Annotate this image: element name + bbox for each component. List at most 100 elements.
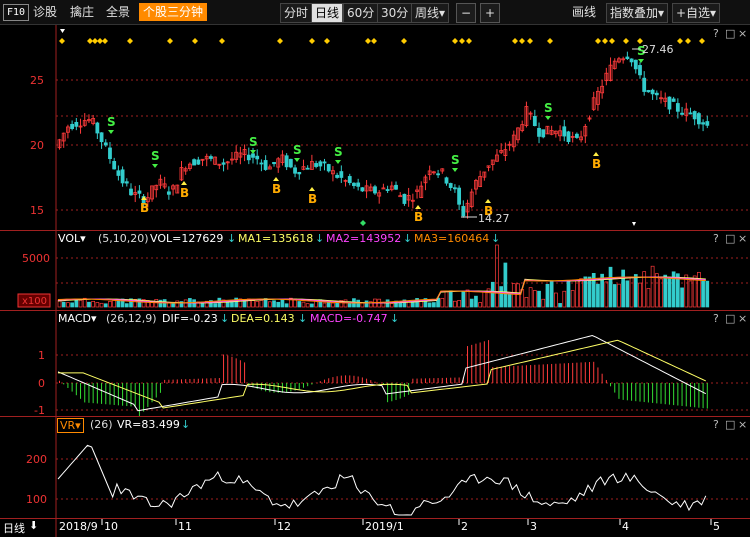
vr-panel: VR▾ (26) VR=83.499 ↓ ? □ × 200 100 (0, 416, 750, 519)
time-axis: 日线 ⬇ 2018/9 10 11 12 2019/1 2 3 4 5 (0, 518, 750, 537)
volume-bar (95, 302, 100, 308)
diamond-icon (219, 38, 225, 44)
buy-arrow-icon (309, 187, 315, 191)
candle-body (625, 56, 630, 60)
kline-maximize-icon[interactable]: □ (725, 27, 735, 40)
candle-body (272, 162, 276, 165)
sell-arrow-icon (452, 168, 458, 172)
diagnose-button[interactable]: 诊股 (33, 3, 57, 21)
candle-body (457, 187, 462, 205)
volume-bar (621, 269, 626, 308)
candle-body (314, 163, 318, 167)
candle-body (347, 176, 352, 184)
candle-body (675, 103, 680, 112)
volume-bar (99, 302, 104, 308)
volume-bar (596, 283, 600, 308)
zoom-out-button[interactable]: − (456, 3, 476, 23)
kline-close-icon[interactable]: × (738, 27, 747, 40)
period-60min-button[interactable]: 60分 (343, 3, 379, 23)
candle-body (566, 131, 571, 142)
volume-label-5000: 5000 (22, 252, 50, 265)
period-30min-button[interactable]: 30分 (377, 3, 413, 23)
volume-bar (537, 290, 541, 308)
volume-bar (570, 290, 575, 308)
volume-bar (646, 288, 651, 308)
diamond-icon (459, 38, 465, 44)
volume-bar (650, 265, 655, 308)
candle-body (129, 188, 133, 196)
volume-bar (335, 302, 339, 308)
volume-bar (692, 275, 697, 308)
candle-body (284, 155, 289, 168)
candle-body (124, 181, 129, 184)
volume-bar (524, 297, 529, 308)
diamond-icon (102, 38, 108, 44)
volume-bar (112, 300, 117, 308)
dif-line (57, 334, 707, 412)
period-weekly-dropdown[interactable]: 周线▾ (411, 3, 450, 23)
kline-help-icon[interactable]: ? (713, 27, 719, 40)
volume-bar (322, 302, 327, 308)
volume-bar (541, 298, 546, 308)
volume-bar (91, 300, 96, 308)
volume-bar (688, 280, 693, 308)
volume-bar (490, 281, 495, 308)
volume-bar (587, 276, 592, 308)
period-daily-button[interactable]: 日线 (311, 3, 344, 23)
candle-body (633, 59, 638, 70)
candle-body (297, 171, 302, 175)
index-overlay-dropdown[interactable]: 指数叠加▾ (606, 3, 669, 23)
diamond-icon (685, 38, 691, 44)
candle-body (667, 96, 672, 110)
period-intraday-button[interactable]: 分时 (280, 3, 313, 23)
swing-button[interactable]: 擒庄 (70, 3, 94, 21)
volume-bar (465, 289, 470, 308)
candle-body (251, 153, 255, 158)
vr-label-200: 200 (26, 453, 47, 466)
sell-signal-label: S (107, 115, 116, 129)
candle-body (293, 167, 297, 174)
candle-body (116, 170, 121, 176)
buy-signal-label: B (140, 201, 149, 215)
volume-bar (680, 287, 684, 308)
candle-body (537, 127, 541, 137)
diamond-icon (512, 38, 518, 44)
macd-chart: 1 0 -1 (34, 311, 750, 417)
candle-body (318, 161, 323, 167)
diamond-icon (401, 38, 407, 44)
volume-bar (583, 276, 588, 308)
candle-body (352, 182, 356, 187)
volume-bar (356, 299, 361, 308)
add-watchlist-dropdown[interactable]: +自选▾ (672, 3, 721, 23)
draw-line-button[interactable]: 画线 (572, 3, 596, 21)
dea-line (58, 339, 707, 409)
zoom-in-button[interactable]: + (480, 3, 500, 23)
candle-body (444, 177, 449, 184)
macd-label-0: 0 (38, 377, 45, 390)
volume-bar (213, 303, 217, 308)
f10-button[interactable]: F10 (3, 4, 30, 21)
diamond-icon (602, 38, 608, 44)
volume-bar (124, 303, 129, 308)
diamond-icon (127, 38, 133, 44)
sell-signal-label: S (334, 145, 343, 159)
volume-bars (57, 244, 710, 308)
volume-bar (697, 272, 701, 308)
candle-body (541, 129, 546, 138)
candle-body (166, 191, 171, 195)
overview-button[interactable]: 全景 (106, 3, 130, 21)
candle-body (680, 112, 684, 115)
volume-bar (453, 300, 457, 308)
candle-body (356, 182, 361, 187)
candle-body (696, 113, 701, 125)
candle-body (650, 89, 655, 95)
diamond-icon (365, 38, 371, 44)
volume-unit-label: x100 (22, 296, 47, 307)
diamond-icon (324, 38, 330, 44)
price-label-15: 15 (30, 204, 44, 217)
volume-bar (461, 291, 466, 308)
candle-body (99, 132, 104, 143)
volume-bar (103, 303, 108, 308)
vr-chart: 200 100 (26, 417, 750, 519)
stock-3min-button[interactable]: 个股三分钟 (139, 3, 208, 21)
